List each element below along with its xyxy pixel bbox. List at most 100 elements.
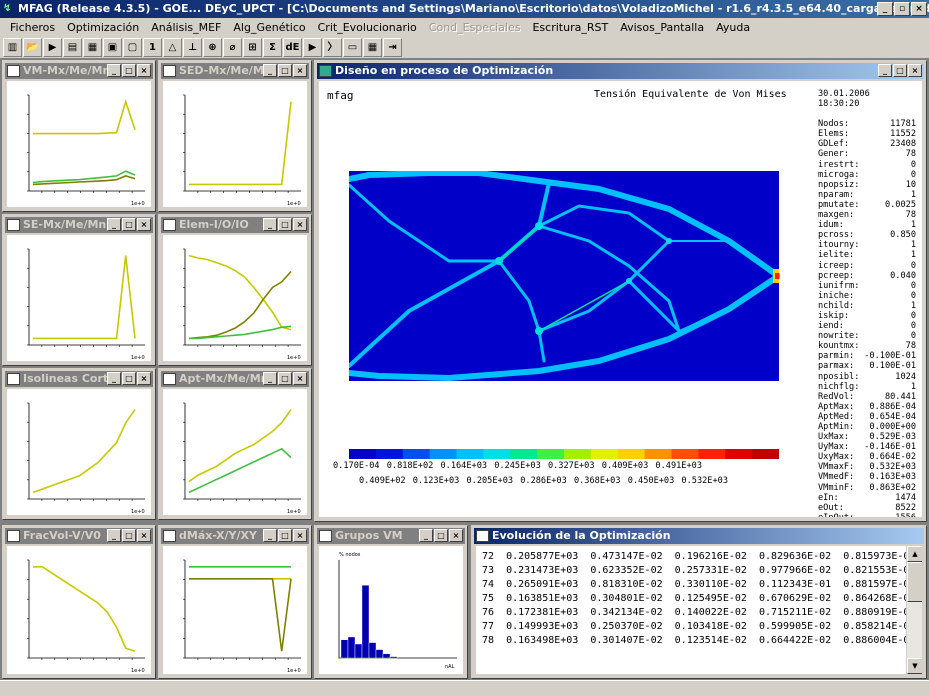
param-label: irestrt:: [818, 159, 860, 170]
sed-window[interactable]: SED-Mx/Me/Mn _ □ × 1e+0: [158, 60, 312, 212]
scale-swatch: [671, 449, 699, 459]
load-button[interactable]: ⊥: [183, 38, 202, 57]
fracvol-window-title[interactable]: FracVol-V/V0 _ □ ×: [5, 528, 153, 544]
rotate-button[interactable]: ⌀: [223, 38, 242, 57]
minimize-button[interactable]: _: [419, 529, 433, 542]
menu-item-ficheros[interactable]: Ficheros: [4, 21, 61, 34]
param-value: 0.529E-03: [869, 432, 916, 443]
frame2-button[interactable]: ▦: [363, 38, 382, 57]
elem-window-title[interactable]: Elem-I/O/IO _ □ ×: [161, 217, 309, 233]
close-button[interactable]: ×: [293, 529, 307, 542]
minimize-button[interactable]: _: [877, 2, 893, 16]
apt-window[interactable]: Apt-Mx/Me/Mn _ □ × 1e+0: [158, 368, 312, 520]
param-label: iunifrm:: [818, 280, 860, 291]
diseno-window[interactable]: Diseño en proceso de Optimización _ □ × mf…: [314, 60, 927, 522]
close-button[interactable]: ×: [293, 218, 307, 231]
menu-item-cond-especiales[interactable]: Cond_Especiales: [423, 21, 527, 34]
one-button[interactable]: 1: [143, 38, 162, 57]
close-button[interactable]: ×: [137, 64, 151, 77]
minimize-button[interactable]: _: [107, 64, 121, 77]
maximize-button[interactable]: □: [122, 372, 136, 385]
maximize-button[interactable]: □: [122, 218, 136, 231]
minimize-button[interactable]: _: [107, 372, 121, 385]
close-button[interactable]: ×: [911, 2, 927, 16]
elem-window[interactable]: Elem-I/O/IO _ □ × 1e+0: [158, 214, 312, 366]
param-label: pcreep:: [818, 270, 855, 281]
evolucion-window[interactable]: Evolución de la Optimización 72 0.205877…: [471, 525, 927, 679]
minimize-button[interactable]: _: [107, 218, 121, 231]
mesh-button[interactable]: ⊞: [243, 38, 262, 57]
folder-button[interactable]: ▥: [3, 38, 22, 57]
dmax-window[interactable]: dMáx-X/Y/XY _ □ × 1e+0: [158, 525, 312, 679]
chart-icon: [163, 219, 176, 231]
vertical-scrollbar[interactable]: ▲ ▼: [906, 546, 922, 674]
de-button[interactable]: dE: [283, 38, 302, 57]
series-line: [33, 255, 136, 340]
flag-button[interactable]: ▶: [303, 38, 322, 57]
xy-button[interactable]: Σ: [263, 38, 282, 57]
move-button[interactable]: ⊕: [203, 38, 222, 57]
frame2-icon: ▦: [367, 42, 378, 53]
scroll-up-arrow[interactable]: ▲: [907, 546, 922, 562]
menu-item-crit-evolucionario[interactable]: Crit_Evolucionario: [312, 21, 423, 34]
param-label: AptMin:: [818, 422, 855, 432]
close-button[interactable]: ×: [449, 529, 463, 542]
print-button[interactable]: ▤: [63, 38, 82, 57]
se-window[interactable]: SE-Mx/Me/Mn _ □ × 1e+0: [2, 214, 156, 366]
maximize-button[interactable]: □: [893, 64, 907, 77]
maximize-button[interactable]: □: [278, 372, 292, 385]
close-button[interactable]: ×: [293, 372, 307, 385]
next-button[interactable]: 〉: [323, 38, 342, 57]
minimize-button[interactable]: _: [263, 218, 277, 231]
grupos-window-title[interactable]: Grupos VM _ □ ×: [317, 528, 465, 544]
apt-window-title[interactable]: Apt-Mx/Me/Mn _ □ ×: [161, 371, 309, 387]
diseno-window-title[interactable]: Diseño en proceso de Optimización _ □ ×: [317, 63, 924, 79]
elem-button[interactable]: ▣: [103, 38, 122, 57]
minimize-button[interactable]: _: [878, 64, 892, 77]
open-button[interactable]: 📂: [23, 38, 42, 57]
scroll-down-arrow[interactable]: ▼: [907, 658, 922, 674]
node-button[interactable]: ▢: [123, 38, 142, 57]
maximize-button[interactable]: □: [434, 529, 448, 542]
close-button[interactable]: ×: [293, 64, 307, 77]
menu-item-escritura-rst[interactable]: Escritura_RST: [526, 21, 614, 34]
maximize-button[interactable]: □: [278, 218, 292, 231]
menu-item-an-lisis-mef[interactable]: Análisis_MEF: [145, 21, 227, 34]
close-button[interactable]: ×: [908, 64, 922, 77]
play-button[interactable]: ▶: [43, 38, 62, 57]
sed-window-title[interactable]: SED-Mx/Me/Mn _ □ ×: [161, 63, 309, 79]
isolineas-window-title[interactable]: Isolineas Corte _ □ ×: [5, 371, 153, 387]
menu-item-avisos-pantalla[interactable]: Avisos_Pantalla: [614, 21, 710, 34]
evolucion-window-title[interactable]: Evolución de la Optimización: [474, 528, 924, 544]
frame1-button[interactable]: ▭: [343, 38, 362, 57]
maximize-button[interactable]: □: [278, 64, 292, 77]
minimize-button[interactable]: _: [263, 64, 277, 77]
menu-item-optimizaci-n[interactable]: Optimización: [61, 21, 145, 34]
close-button[interactable]: ×: [137, 372, 151, 385]
scale-swatch: [698, 449, 726, 459]
restore-button[interactable]: ▫: [894, 2, 910, 16]
isolineas-window[interactable]: Isolineas Corte _ □ × 1e+0: [2, 368, 156, 520]
minimize-button[interactable]: _: [107, 529, 121, 542]
close-button[interactable]: ×: [137, 529, 151, 542]
support-button[interactable]: △: [163, 38, 182, 57]
maximize-button[interactable]: □: [122, 64, 136, 77]
se-window-title[interactable]: SE-Mx/Me/Mn _ □ ×: [5, 217, 153, 233]
scroll-thumb[interactable]: [907, 562, 922, 602]
maximize-button[interactable]: □: [122, 529, 136, 542]
design-label: mfag: [327, 89, 354, 102]
fracvol-window[interactable]: FracVol-V/V0 _ □ × 1e+0: [2, 525, 156, 679]
grid-button[interactable]: ▦: [83, 38, 102, 57]
menu-item-alg-gen-tico[interactable]: Alg_Genético: [227, 21, 311, 34]
minimize-button[interactable]: _: [263, 372, 277, 385]
close-button[interactable]: ×: [137, 218, 151, 231]
grupos-window[interactable]: Grupos VM _ □ × % nodos nAL: [314, 525, 468, 679]
menu-item-ayuda[interactable]: Ayuda: [710, 21, 756, 34]
vm-window-title[interactable]: VM-Mx/Me/Mn _ □ ×: [5, 63, 153, 79]
dmax-window-title[interactable]: dMáx-X/Y/XY _ □ ×: [161, 528, 309, 544]
minimize-button[interactable]: _: [263, 529, 277, 542]
vm-window[interactable]: VM-Mx/Me/Mn _ □ × 1e+0: [2, 60, 156, 212]
bar: [382, 653, 391, 659]
exit-button[interactable]: ⇥: [383, 38, 402, 57]
maximize-button[interactable]: □: [278, 529, 292, 542]
